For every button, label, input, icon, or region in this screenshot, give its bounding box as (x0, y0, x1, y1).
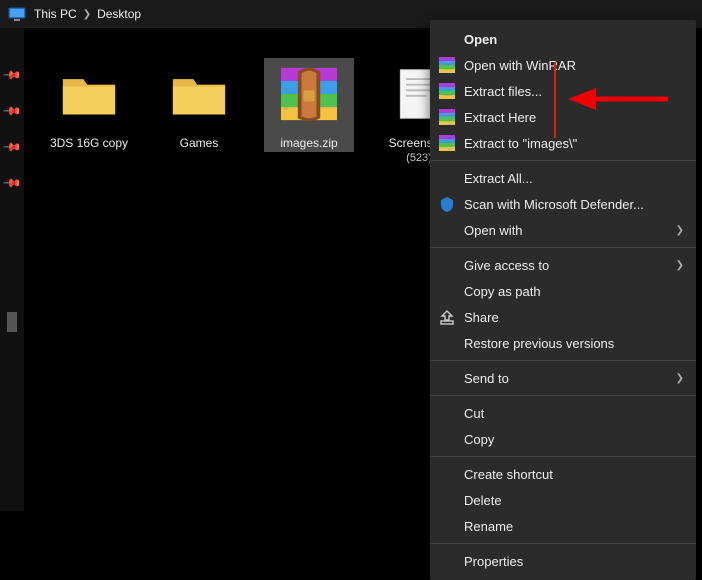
rar-icon (438, 108, 456, 126)
context-item-restore-previous-versions[interactable]: Restore previous versions (430, 330, 696, 356)
context-item-label: Cut (464, 406, 484, 421)
rar-icon (438, 134, 456, 152)
nav-selection-indicator (7, 312, 17, 332)
file-label: 3DS 16G copy (50, 136, 128, 152)
context-item-label: Copy as path (464, 284, 541, 299)
chevron-right-icon: ❯ (83, 9, 91, 20)
context-item-label: Send to (464, 371, 509, 386)
context-item-give-access-to[interactable]: Give access to ❯ (430, 252, 696, 278)
quick-access-bar: 📌 📌 📌 📌 (0, 28, 24, 511)
folder-icon (159, 58, 239, 130)
context-item-label: Create shortcut (464, 467, 553, 482)
context-item-label: Open with WinRAR (464, 58, 576, 73)
context-item-open-with-winrar[interactable]: Open with WinRAR (430, 52, 696, 78)
file-item-3ds-16g-copy[interactable]: 3DS 16G copy (44, 58, 134, 152)
breadcrumb-root[interactable]: This PC (34, 7, 77, 21)
pin-icon[interactable]: 📌 (2, 137, 22, 157)
context-item-rename[interactable]: Rename (430, 513, 696, 539)
context-item-label: Open with (464, 223, 523, 238)
file-sublabel: (523) (406, 152, 432, 164)
defender-icon (438, 195, 456, 213)
rar-icon (438, 82, 456, 100)
context-item-label: Copy (464, 432, 494, 447)
context-item-properties[interactable]: Properties (430, 548, 696, 574)
context-item-scan-with-microsoft-defender[interactable]: Scan with Microsoft Defender... (430, 191, 696, 217)
annotation-arrow (568, 84, 668, 114)
pin-icon[interactable]: 📌 (2, 101, 22, 121)
context-item-label: Restore previous versions (464, 336, 614, 351)
context-separator (430, 543, 696, 544)
context-item-label: Extract Here (464, 110, 536, 125)
context-separator (430, 395, 696, 396)
context-item-cut[interactable]: Cut (430, 400, 696, 426)
context-item-send-to[interactable]: Send to ❯ (430, 365, 696, 391)
context-separator (430, 456, 696, 457)
context-item-copy-as-path[interactable]: Copy as path (430, 278, 696, 304)
context-item-copy[interactable]: Copy (430, 426, 696, 452)
context-item-label: Extract files... (464, 84, 542, 99)
context-item-extract-all[interactable]: Extract All... (430, 165, 696, 191)
context-item-share[interactable]: Share (430, 304, 696, 330)
annotation-highlight-line (554, 62, 556, 138)
context-item-label: Properties (464, 554, 523, 569)
context-item-label: Share (464, 310, 499, 325)
rar-icon (438, 56, 456, 74)
context-item-delete[interactable]: Delete (430, 487, 696, 513)
context-separator (430, 160, 696, 161)
file-label: Games (180, 136, 219, 152)
pin-icon[interactable]: 📌 (2, 65, 22, 85)
file-item-games[interactable]: Games (154, 58, 244, 152)
context-item-open-with[interactable]: Open with ❯ (430, 217, 696, 243)
context-item-label: Rename (464, 519, 513, 534)
context-item-label: Scan with Microsoft Defender... (464, 197, 644, 212)
chevron-right-icon: ❯ (676, 373, 684, 384)
context-separator (430, 247, 696, 248)
share-icon (438, 308, 456, 326)
context-item-label: Open (464, 32, 497, 47)
file-label: images.zip (280, 136, 337, 152)
context-item-label: Extract to "images\" (464, 136, 577, 151)
context-separator (430, 360, 696, 361)
context-item-label: Delete (464, 493, 502, 508)
chevron-right-icon: ❯ (676, 225, 684, 236)
context-item-open[interactable]: Open (430, 26, 696, 52)
folder-icon (49, 58, 129, 130)
context-item-create-shortcut[interactable]: Create shortcut (430, 461, 696, 487)
pin-icon[interactable]: 📌 (2, 173, 22, 193)
context-item-extract-to-images[interactable]: Extract to "images\" (430, 130, 696, 156)
breadcrumb-folder[interactable]: Desktop (97, 7, 141, 21)
file-item-images-zip[interactable]: images.zip (264, 58, 354, 152)
pc-icon (8, 7, 26, 21)
chevron-right-icon: ❯ (676, 260, 684, 271)
context-item-label: Give access to (464, 258, 549, 273)
context-item-label: Extract All... (464, 171, 533, 186)
zip-icon (269, 58, 349, 130)
